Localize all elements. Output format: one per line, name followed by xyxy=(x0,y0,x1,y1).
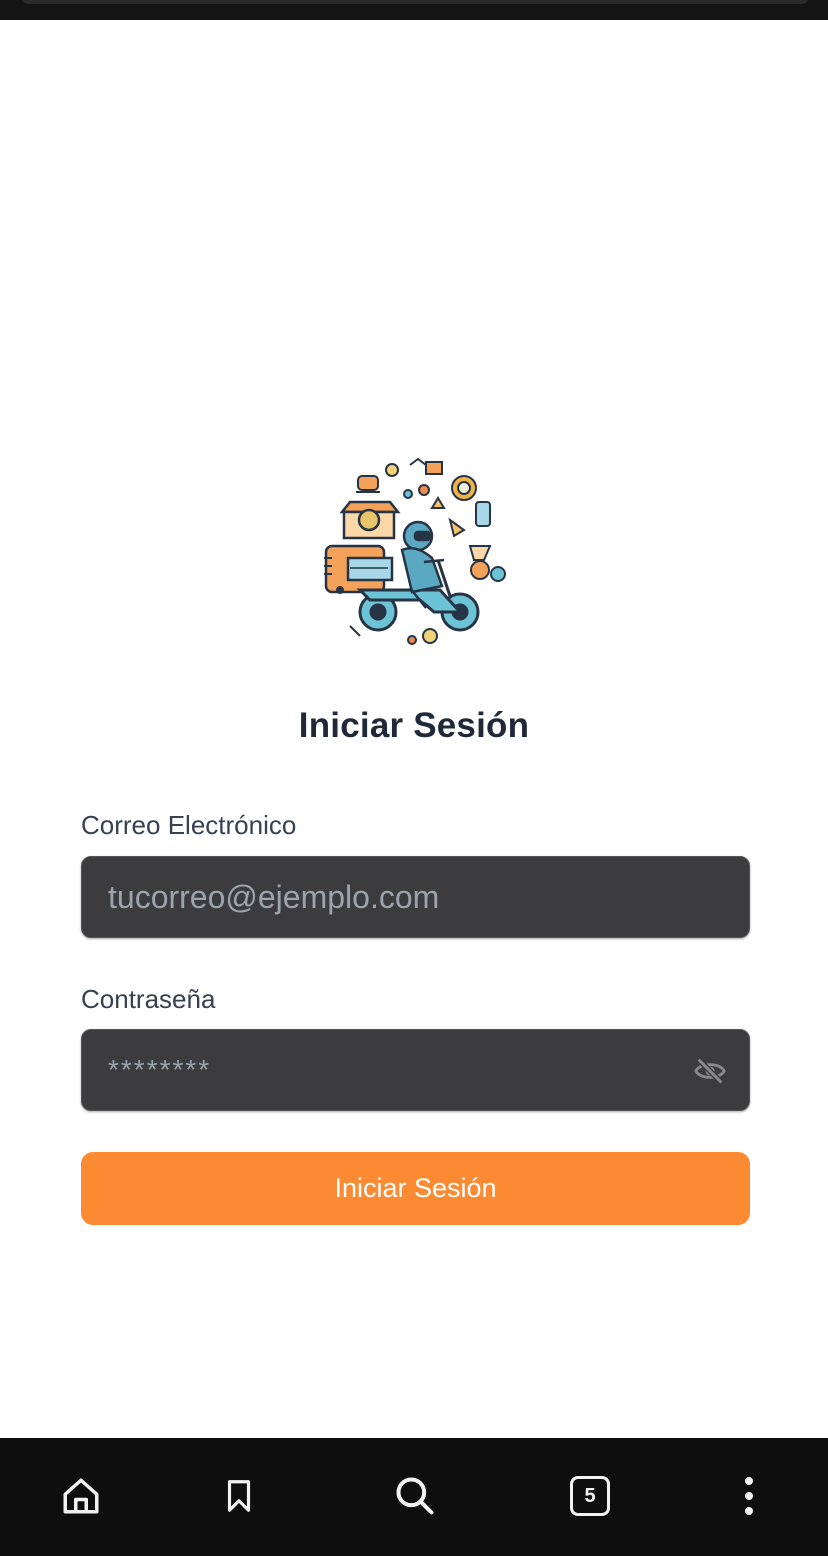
login-button[interactable]: Iniciar Sesión xyxy=(81,1152,750,1225)
email-label: Correo Electrónico xyxy=(81,810,297,840)
page-title: Iniciar Sesión xyxy=(298,706,530,745)
nav-tabs[interactable]: 5 xyxy=(560,1466,620,1526)
bookmark-icon xyxy=(227,1480,251,1512)
delivery-motorcycle-logo xyxy=(324,457,506,645)
password-field[interactable] xyxy=(108,1030,708,1110)
nav-bookmarks[interactable] xyxy=(209,1466,269,1526)
email-field-container[interactable] xyxy=(81,856,750,938)
email-field[interactable] xyxy=(108,857,708,937)
tabs-icon: 5 xyxy=(570,1476,610,1516)
home-icon xyxy=(63,1478,99,1514)
nav-more[interactable] xyxy=(719,1466,779,1526)
nav-home[interactable] xyxy=(51,1466,111,1526)
address-bar-edge xyxy=(20,0,810,4)
eye-off-icon[interactable] xyxy=(693,1054,727,1088)
password-label: Contraseña xyxy=(81,984,216,1014)
password-field-container[interactable] xyxy=(81,1029,750,1111)
more-vertical-icon xyxy=(745,1477,753,1515)
nav-search[interactable] xyxy=(385,1466,445,1526)
browser-bottom-nav: 5 xyxy=(0,1438,828,1556)
browser-top-strip xyxy=(0,0,828,20)
search-icon xyxy=(396,1477,434,1515)
